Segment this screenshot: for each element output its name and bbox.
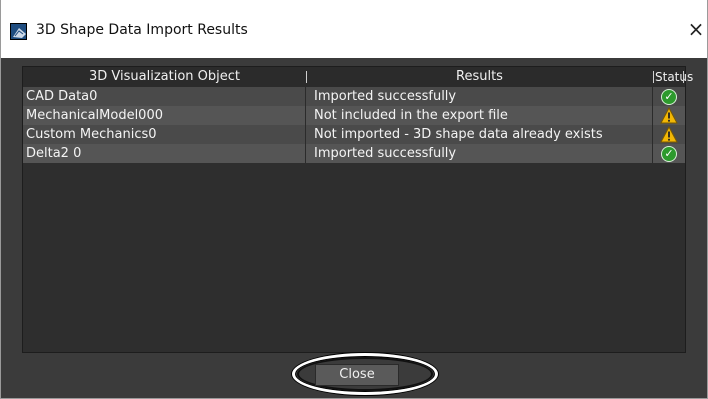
result-cell: Imported successfully: [306, 87, 653, 106]
check-circle-icon: ✓: [661, 89, 677, 105]
warning-triangle-icon: [660, 107, 678, 124]
object-cell: Custom Mechanics0: [23, 125, 306, 144]
table-header: 3D Visualization Object Results Status: [23, 67, 693, 87]
warning-triangle-icon: [660, 126, 678, 143]
status-cell: [653, 125, 685, 144]
column-header-results[interactable]: Results: [306, 67, 653, 87]
table-row[interactable]: CAD Data0 Imported successfully ✓: [23, 87, 685, 106]
status-cell: ✓: [653, 144, 685, 163]
column-header-object[interactable]: 3D Visualization Object: [23, 67, 306, 87]
status-cell: [653, 106, 685, 125]
status-cell: ✓: [653, 87, 685, 106]
3d-shape-app-icon: [10, 23, 27, 40]
object-cell: CAD Data0: [23, 87, 306, 106]
result-cell: Not included in the export file: [306, 106, 653, 125]
result-cell: Imported successfully: [306, 144, 653, 163]
close-button[interactable]: Close: [315, 364, 399, 386]
dialog-content: 3D Visualization Object Results Status C…: [1, 58, 707, 398]
object-cell: Delta2 0: [23, 144, 306, 163]
title-bar: 3D Shape Data Import Results ×: [1, 0, 707, 58]
results-table: 3D Visualization Object Results Status C…: [22, 66, 693, 353]
close-icon[interactable]: ×: [685, 18, 707, 40]
column-divider[interactable]: [683, 71, 684, 83]
dialog-title: 3D Shape Data Import Results: [36, 22, 248, 38]
import-results-dialog: 3D Shape Data Import Results × 3D Visual…: [0, 0, 708, 399]
object-cell: MechanicalModel000: [23, 106, 306, 125]
table-row[interactable]: Custom Mechanics0 Not imported - 3D shap…: [23, 125, 685, 144]
column-header-status[interactable]: Status: [653, 67, 693, 87]
result-cell: Not imported - 3D shape data already exi…: [306, 125, 653, 144]
table-row[interactable]: Delta2 0 Imported successfully ✓: [23, 144, 685, 163]
table-row[interactable]: MechanicalModel000 Not included in the e…: [23, 106, 685, 125]
check-circle-icon: ✓: [661, 146, 677, 162]
